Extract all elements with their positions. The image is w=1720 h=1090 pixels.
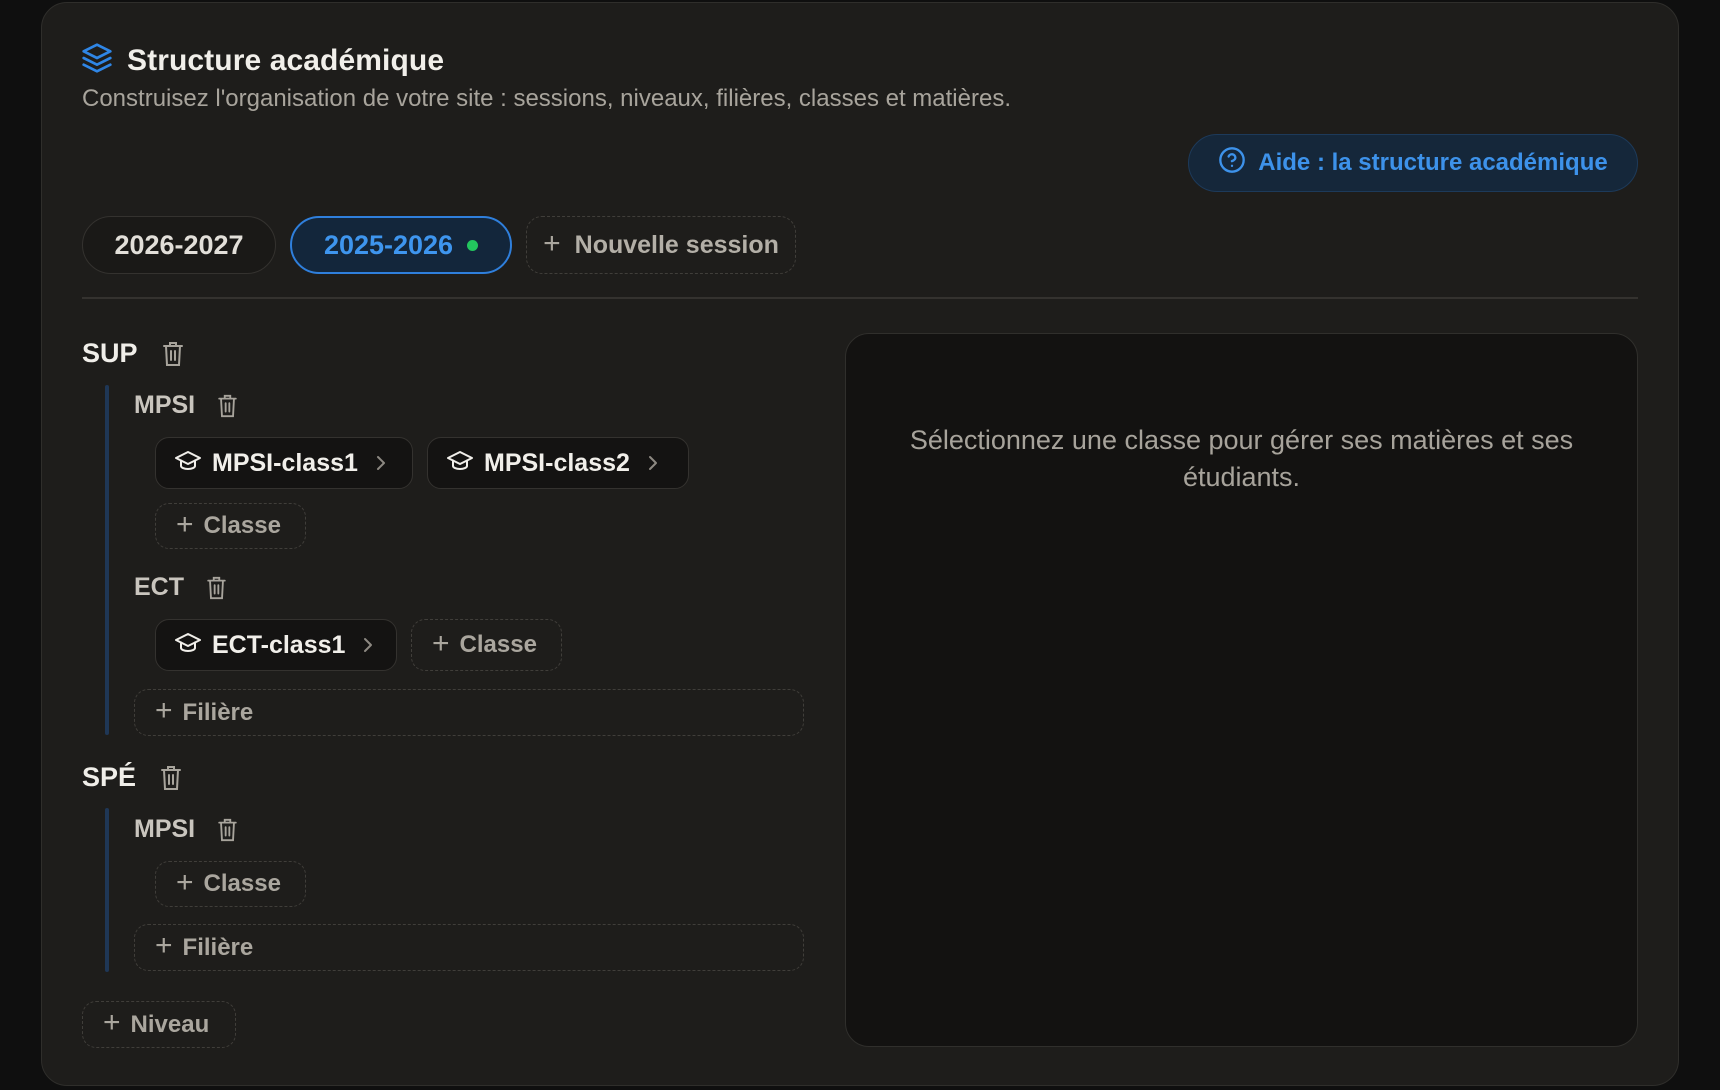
class-name: MPSI-class1 [212, 448, 358, 477]
class-name: MPSI-class2 [484, 448, 630, 477]
help-circle-icon [1218, 146, 1246, 181]
chevron-right-icon [361, 635, 375, 655]
add-class-button-spe-mpsi[interactable]: + Classe [155, 861, 306, 907]
level-name: SUP [82, 338, 138, 368]
class-chip-mpsi-class1[interactable]: MPSI-class1 [155, 437, 413, 489]
help-button-label: Aide : la structure académique [1258, 149, 1608, 176]
session-label: 2025-2026 [323, 229, 454, 260]
level-spe: SPÉ [82, 762, 182, 793]
page-title: Structure académique [127, 43, 445, 77]
add-filiere-button-sup[interactable]: + Filière [134, 689, 804, 736]
graduation-cap-icon [174, 448, 202, 479]
session-tab-2026-2027[interactable]: 2026-2027 [82, 216, 276, 274]
chevron-right-icon [374, 453, 388, 473]
level-name: SPÉ [82, 762, 137, 792]
session-tab-2025-2026[interactable]: 2025-2026 [290, 216, 512, 274]
class-name: ECT-class1 [212, 630, 346, 659]
filiere-sup-ect: ECT [134, 573, 227, 602]
add-class-label: Classe [459, 631, 537, 658]
delete-filiere-ect-trash-icon[interactable] [206, 576, 227, 600]
new-session-label: Nouvelle session [574, 230, 779, 259]
delete-level-sup-trash-icon[interactable] [162, 341, 184, 367]
delete-level-spe-trash-icon[interactable] [160, 765, 182, 791]
plus-icon: + [176, 865, 194, 899]
class-chip-ect-class1[interactable]: ECT-class1 [155, 619, 397, 671]
add-filiere-label: Filière [182, 933, 254, 961]
class-chip-mpsi-class2[interactable]: MPSI-class2 [427, 437, 689, 489]
plus-icon: + [543, 226, 561, 260]
graduation-cap-icon [174, 630, 202, 661]
add-level-button[interactable]: + Niveau [82, 1001, 236, 1048]
graduation-cap-icon [446, 448, 474, 479]
filiere-name: ECT [134, 573, 184, 601]
level-spe-guide-line [105, 808, 109, 972]
help-button[interactable]: Aide : la structure académique [1188, 134, 1638, 192]
session-label: 2026-2027 [114, 229, 244, 260]
filiere-name: MPSI [134, 815, 196, 843]
plus-icon: + [176, 507, 194, 541]
level-sup: SUP [82, 338, 184, 369]
plus-icon: + [155, 694, 173, 727]
chevron-right-icon [646, 453, 660, 473]
page-header: Structure académique [81, 42, 444, 79]
add-class-button-ect[interactable]: + Classe [411, 619, 562, 671]
plus-icon: + [155, 929, 173, 962]
plus-icon: + [103, 1006, 121, 1039]
add-class-label: Classe [203, 512, 281, 539]
active-session-dot [467, 239, 479, 251]
filiere-spe-mpsi: MPSI [134, 815, 238, 844]
filiere-name: MPSI [134, 391, 196, 419]
empty-state-message: Sélectionnez une classe pour gérer ses m… [909, 425, 1574, 492]
add-filiere-button-spe[interactable]: + Filière [134, 924, 804, 971]
class-detail-panel: Sélectionnez une classe pour gérer ses m… [845, 333, 1638, 1047]
new-session-button[interactable]: + Nouvelle session [526, 216, 796, 274]
add-filiere-label: Filière [182, 698, 254, 726]
add-class-label: Classe [203, 870, 281, 897]
add-level-label: Niveau [130, 1010, 210, 1038]
plus-icon: + [432, 626, 450, 660]
delete-filiere-mpsi-trash-icon[interactable] [217, 818, 238, 842]
layers-icon [81, 42, 113, 79]
level-sup-guide-line [105, 385, 109, 735]
divider [82, 297, 1638, 299]
filiere-sup-mpsi: MPSI [134, 391, 238, 420]
add-class-button-mpsi[interactable]: + Classe [155, 503, 306, 549]
delete-filiere-mpsi-trash-icon[interactable] [217, 394, 238, 418]
page-subtitle: Construisez l'organisation de votre site… [82, 85, 1011, 112]
